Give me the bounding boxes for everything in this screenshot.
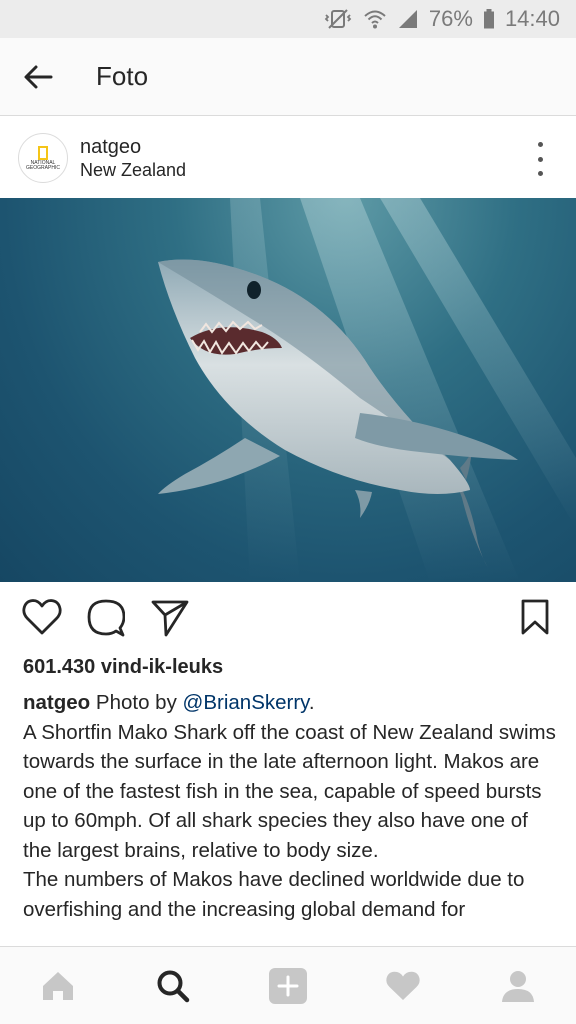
battery-icon — [483, 8, 495, 30]
heart-icon — [22, 599, 62, 635]
wifi-icon — [363, 8, 387, 30]
caption-prefix: Photo by — [95, 691, 183, 714]
caption-paragraph-1: A Shortfin Mako Shark off the coast of N… — [23, 720, 556, 862]
nav-profile[interactable] — [488, 956, 548, 1016]
nav-activity[interactable] — [373, 956, 433, 1016]
nav-add[interactable] — [258, 956, 318, 1016]
activity-icon — [386, 971, 420, 1000]
post-photo[interactable] — [0, 198, 576, 582]
avatar-logo-text: NATIONAL GEOGRAPHIC — [26, 159, 60, 171]
back-button[interactable] — [0, 38, 76, 116]
battery-percent: 76% — [428, 6, 473, 31]
home-icon — [42, 971, 73, 1000]
like-button[interactable] — [22, 598, 62, 641]
search-icon — [157, 970, 190, 1002]
add-icon — [268, 967, 307, 1004]
share-button[interactable] — [150, 598, 190, 643]
profile-icon — [502, 970, 535, 1002]
clock: 14:40 — [504, 6, 560, 31]
more-dot — [537, 171, 543, 176]
page-title: Foto — [96, 61, 149, 91]
caption-suffix: . — [308, 691, 315, 714]
like-count[interactable]: 601.430 vind-ik-leuks — [23, 656, 223, 679]
shark-illustration — [158, 198, 576, 582]
arrow-left-icon — [24, 65, 53, 88]
comment-button[interactable] — [87, 598, 126, 643]
natgeo-logo-icon — [38, 145, 48, 160]
signal-icon — [397, 8, 419, 30]
post-caption: natgeo Photo by @BrianSkerry. A Shortfin… — [23, 688, 558, 924]
more-vertical-icon — [537, 142, 543, 147]
bottom-navigation — [0, 946, 576, 1024]
post-location[interactable]: New Zealand — [80, 159, 186, 181]
bookmark-icon — [521, 599, 549, 635]
more-dot — [537, 156, 543, 162]
post-username[interactable]: natgeo — [80, 135, 186, 159]
nav-home[interactable] — [28, 956, 88, 1016]
post-actions — [0, 598, 576, 646]
caption-paragraph-2: The numbers of Makos have declined world… — [23, 868, 525, 921]
share-icon — [151, 600, 189, 637]
post-header: NATIONAL GEOGRAPHIC natgeo New Zealand — [0, 118, 576, 198]
caption-username[interactable]: natgeo — [23, 691, 90, 714]
nav-search[interactable] — [143, 956, 203, 1016]
save-button[interactable] — [520, 598, 550, 641]
avatar[interactable]: NATIONAL GEOGRAPHIC — [18, 133, 68, 183]
comment-icon — [87, 599, 126, 637]
caption-mention[interactable]: @BrianSkerry — [183, 691, 309, 714]
app-header: Foto — [0, 38, 576, 116]
status-bar: 76% 14:40 — [0, 0, 576, 38]
mute-vibrate-icon — [323, 8, 353, 30]
more-options-button[interactable] — [528, 142, 552, 176]
